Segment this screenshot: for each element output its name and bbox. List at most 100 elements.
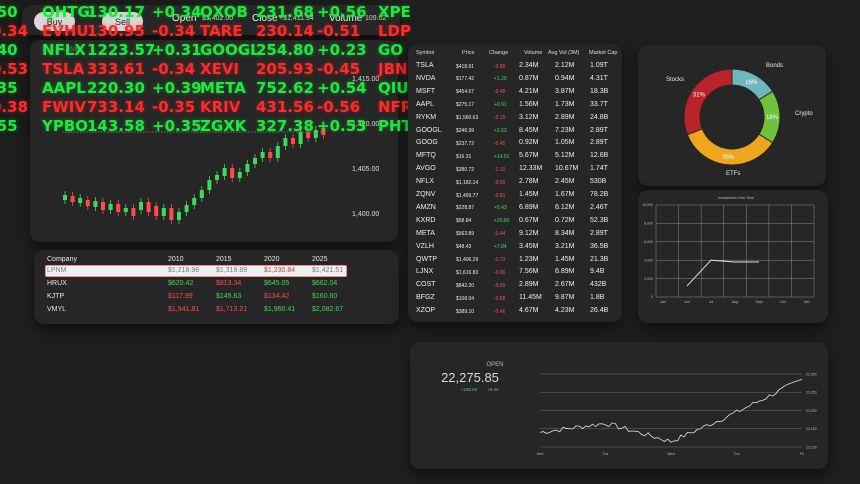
stock-market-cap: 78.2B [590,191,609,198]
company-name[interactable]: VMYL [47,306,66,313]
y-tick-label: 4,000 [644,258,653,262]
x-tick-label: Fri [800,452,804,456]
stock-change: +20.80 [494,218,510,225]
donut-label-stocks: Stocks [666,77,685,83]
ticker-item: -0.34 [152,60,196,78]
stock-price: $58.84 [456,218,472,225]
stock-symbol[interactable]: GOOG [416,139,438,146]
stock-symbol[interactable]: XZOP [416,307,435,314]
stock-change: -1.10 [494,166,506,173]
stock-symbol[interactable]: QWTP [416,256,437,263]
candle-body [268,152,273,158]
stock-volume: 9.12M [519,229,539,237]
stock-symbol[interactable]: VZLH [416,243,434,250]
candle-body [253,158,257,164]
stock-symbol[interactable]: AMZN [416,204,436,211]
donut-slice-label: 31% [693,93,706,99]
stock-symbol[interactable]: RYKM [416,114,436,121]
stock-change: -0.81 [494,192,506,199]
stock-symbol[interactable]: BFGZ [416,294,435,301]
stock-market-cap: 26.4B [590,307,609,315]
ticker-row: .55YPBO143.58+0.35ZGXK327.38+0.53PHT [0,117,420,136]
stock-change: +7.84 [494,244,507,251]
ticker-item: 130.95 [87,22,145,40]
stock-symbol[interactable]: COST [416,281,435,288]
ticker-item: 0.53 [0,60,29,78]
open-label: OPEN [486,362,503,368]
stock-price: $380.72 [456,166,475,173]
stock-symbol[interactable]: AAPL [416,101,434,108]
ticker-item: -0.56 [317,98,361,116]
ticker-item: 231.68 [256,3,314,21]
ticker-item: ZGXK [200,117,247,135]
stock-volume: 7.56M [519,268,539,276]
company-value: $1,421.51 [312,267,344,274]
stock-volume: 1.45M [519,191,539,198]
ticker-item: AAPL [42,79,86,97]
ticker-item: 130.17 [87,3,145,21]
company-value: $1,319.89 [216,267,248,274]
stock-volume: 8.45M [519,126,539,134]
stock-market-cap: 9.4B [590,268,605,276]
donut-slice[interactable] [683,68,733,136]
company-name[interactable]: LPNM [47,267,66,274]
stock-symbol[interactable]: NFLX [416,178,434,185]
company-value: $1,230.84 [264,267,296,274]
stock-symbol[interactable]: MSFT [416,88,435,95]
stock-avg-volume: 4.23M [555,307,575,315]
stock-market-cap: 2.46T [590,203,608,211]
ticker-item: .40 [0,41,18,59]
company-value: $145.63 [216,293,242,300]
stock-avg-volume: 3.87M [555,87,575,95]
ticker-item: +0.54 [317,79,367,97]
stock-change: -0.46 [494,308,506,315]
stock-volume: 1.56M [519,100,539,108]
stock-symbol[interactable]: LJNX [416,268,433,275]
y-tick-label: 6,000 [644,240,653,244]
stock-change: -0.15 [494,115,506,122]
stock-market-cap: 2.89T [590,139,608,147]
stock-volume: 5.67M [519,152,539,160]
stock-price: $1,616.83 [456,269,479,276]
open-index-chart: OPEN 22,275.85 +195.63 +8.45 22,300 22,25… [441,362,817,456]
candle-body [169,208,174,220]
company-value: $662.04 [312,280,338,287]
candle-body [237,172,242,178]
stock-market-cap: 4.31T [590,74,608,82]
stock-symbol[interactable]: ZQNV [416,191,435,198]
column-header: Market Cap [589,50,618,56]
stock-market-cap: 21.3B [590,255,609,263]
company-name[interactable]: HRUX [47,280,67,287]
company-value: $620.42 [168,280,194,287]
stock-price: $228.87 [456,205,475,212]
stock-avg-volume: 1.45M [555,255,575,263]
stock-symbol[interactable]: META [416,230,435,237]
ticker-item: 254.80 [256,41,314,59]
ticker-item: FWIV [42,98,86,116]
y-tick-label: 0 [651,295,653,299]
stock-avg-volume: 9.87M [555,294,575,302]
candle-body [207,180,212,190]
stock-price: $454.67 [456,89,475,96]
column-header: Volume [524,50,543,56]
company-name[interactable]: KJTP [47,293,64,300]
stock-change: +14.51 [494,153,510,160]
stock-change: -0.73 [494,257,506,263]
column-header: 2010 [168,256,184,263]
stock-symbol[interactable]: AVGO [416,165,436,172]
stock-avg-volume: 1.73M [555,100,575,108]
stock-volume: 11.45M [519,294,542,302]
company-value: $813.34 [216,280,242,287]
stock-symbol[interactable]: MFTQ [416,152,436,159]
stock-symbol[interactable]: NVDA [416,75,435,82]
stock-symbol[interactable]: KXRD [416,217,435,224]
y-tick-label: 22,200 [806,409,817,413]
stock-symbol[interactable]: GOOGL [416,127,442,134]
stock-price: $48.43 [456,244,472,251]
y-tick-label: 22,150 [806,427,817,431]
x-tick-label: Thu [733,452,739,456]
stock-avg-volume: 10.67M [555,165,579,173]
ticker-item: .35 [0,79,18,97]
stock-symbol[interactable]: TSLA [416,62,434,69]
ticker-item: QXOB [200,3,248,21]
